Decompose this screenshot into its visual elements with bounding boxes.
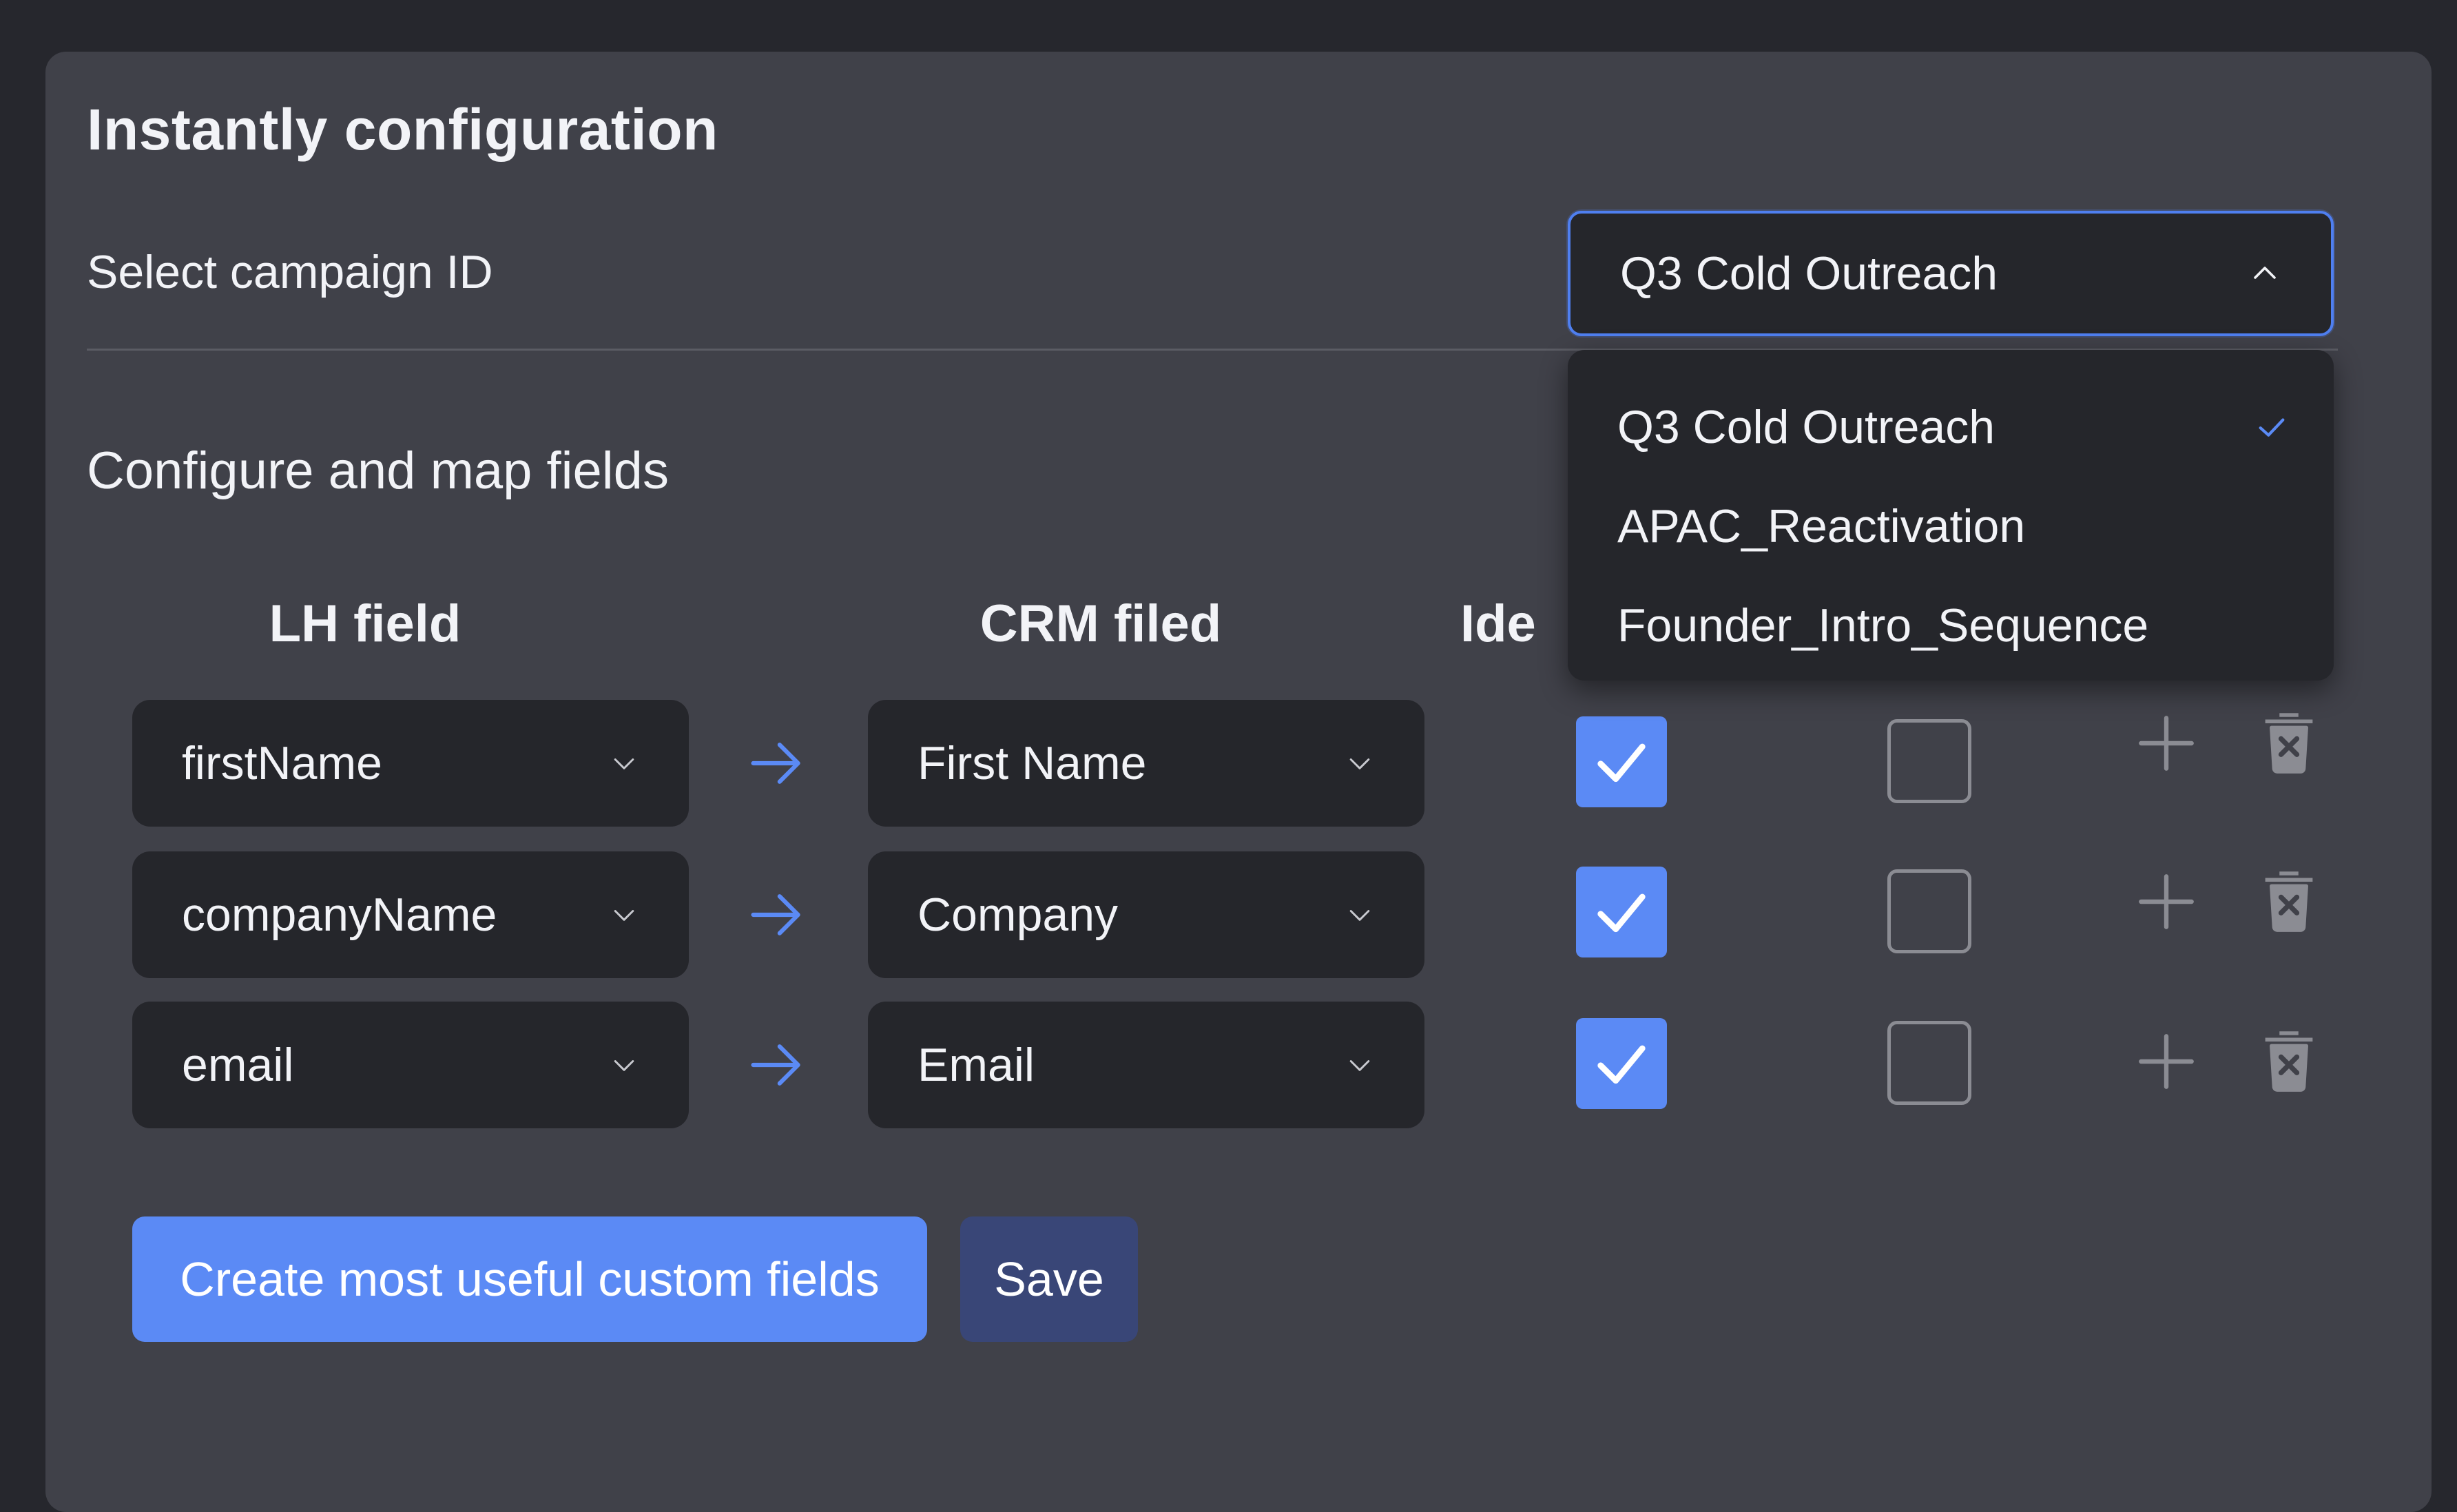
column-header-crm-field: CRM filed xyxy=(979,594,1222,653)
identifier-checkbox[interactable] xyxy=(1576,716,1667,807)
section-title: Configure and map fields xyxy=(87,442,669,500)
crm-field-select[interactable]: Company xyxy=(868,851,1424,978)
add-icon[interactable] xyxy=(2128,1024,2204,1099)
lh-field-value: companyName xyxy=(182,889,497,941)
lh-field-select[interactable]: email xyxy=(132,1002,689,1128)
check-icon xyxy=(1597,893,1646,933)
chevron-down-icon xyxy=(614,758,634,769)
secondary-checkbox[interactable] xyxy=(1887,1021,1971,1105)
arrow-right-icon xyxy=(751,894,800,935)
campaign-label: Select campaign ID xyxy=(87,246,493,298)
crm-field-value: First Name xyxy=(918,737,1147,789)
chevron-down-icon xyxy=(614,910,634,921)
column-header-lh-field: LH field xyxy=(269,594,462,653)
lh-field-select[interactable]: companyName xyxy=(132,851,689,978)
page-title: Instantly configuration xyxy=(87,97,718,162)
check-icon xyxy=(1597,1045,1646,1084)
add-icon[interactable] xyxy=(2128,864,2204,940)
chevron-down-icon xyxy=(1349,758,1370,769)
lh-field-value: email xyxy=(182,1039,294,1091)
campaign-select-value: Q3 Cold Outreach xyxy=(1620,247,1998,300)
trash-icon[interactable] xyxy=(2251,704,2327,780)
crm-field-value: Company xyxy=(918,889,1119,941)
identifier-checkbox[interactable] xyxy=(1576,867,1667,957)
crm-field-value: Email xyxy=(918,1039,1035,1091)
add-icon[interactable] xyxy=(2128,705,2204,781)
save-button[interactable]: Save xyxy=(960,1216,1138,1342)
check-icon xyxy=(1597,743,1646,783)
column-header-identifier: Ide xyxy=(1460,594,1536,653)
campaign-option[interactable]: Q3 Cold Outreach xyxy=(1568,377,2334,477)
campaign-option[interactable]: APAC_Reactivation xyxy=(1568,477,2334,576)
chevron-down-icon xyxy=(1349,1060,1370,1071)
campaign-select[interactable]: Q3 Cold Outreach xyxy=(1568,211,2334,336)
chevron-down-icon xyxy=(614,1060,634,1071)
lh-field-value: firstName xyxy=(182,737,382,789)
lh-field-select[interactable]: firstName xyxy=(132,700,689,827)
campaign-option[interactable]: Founder_Intro_Sequence xyxy=(1568,576,2334,675)
campaign-option-label: Founder_Intro_Sequence xyxy=(1617,599,2149,652)
crm-field-select[interactable]: First Name xyxy=(868,700,1424,827)
chevron-down-icon xyxy=(1349,910,1370,921)
campaign-option-label: APAC_Reactivation xyxy=(1617,500,2026,552)
campaign-dropdown-menu: Q3 Cold Outreach APAC_Reactivation Found… xyxy=(1568,350,2334,681)
arrow-right-icon xyxy=(751,1044,800,1086)
arrow-right-icon xyxy=(751,743,800,784)
crm-field-select[interactable]: Email xyxy=(868,1002,1424,1128)
trash-icon[interactable] xyxy=(2251,1022,2327,1098)
secondary-checkbox[interactable] xyxy=(1887,869,1971,953)
trash-icon[interactable] xyxy=(2251,862,2327,938)
identifier-checkbox[interactable] xyxy=(1576,1018,1667,1109)
chevron-up-icon xyxy=(2254,267,2276,279)
secondary-checkbox[interactable] xyxy=(1887,719,1971,803)
create-custom-fields-button[interactable]: Create most useful custom fields xyxy=(132,1216,927,1342)
campaign-option-label: Q3 Cold Outreach xyxy=(1617,401,1995,453)
check-icon xyxy=(2259,418,2285,437)
